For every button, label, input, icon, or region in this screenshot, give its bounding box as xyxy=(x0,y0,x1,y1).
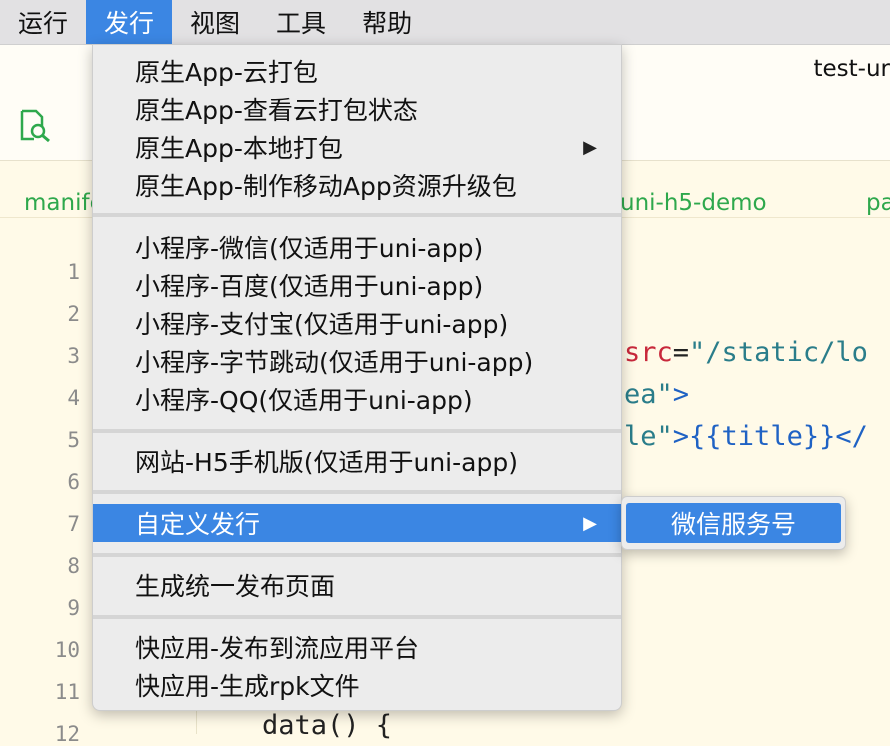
menu-tools[interactable]: 工具 xyxy=(258,0,344,44)
menu-item-label: 网站-H5手机版(仅适用于uni-app) xyxy=(135,448,518,477)
menu-item-app-cloud-status[interactable]: 原生App-查看云打包状态 xyxy=(93,90,621,128)
line-number: 1 xyxy=(67,260,80,284)
code-line-5[interactable]: le">{{title}}</ xyxy=(624,421,868,452)
menu-item-h5[interactable]: 网站-H5手机版(仅适用于uni-app) xyxy=(93,442,621,480)
code-tag: > xyxy=(672,379,690,410)
line-number: 11 xyxy=(54,680,80,704)
tab-pa[interactable]: pa xyxy=(866,190,890,216)
code-tag: >{{title}}</ xyxy=(672,421,868,452)
line-number: 3 xyxy=(67,344,80,368)
line-number: 7 xyxy=(67,512,80,536)
line-number: 12 xyxy=(54,722,80,746)
line-number: 4 xyxy=(67,386,80,410)
line-number: 5 xyxy=(67,428,80,452)
menu-separator xyxy=(93,553,621,557)
menu-item-app-resource-upgrade[interactable]: 原生App-制作移动App资源升级包 xyxy=(93,166,621,204)
window-title: test-ur xyxy=(813,56,890,82)
tab-uni-h5-demo[interactable]: uni-h5-demo xyxy=(620,190,767,216)
menu-bar: 运行 发行 视图 工具 帮助 xyxy=(0,0,890,45)
menu-publish[interactable]: 发行 xyxy=(86,0,173,44)
menu-item-label: 原生App-查看云打包状态 xyxy=(135,96,418,125)
submenu-item-wechat-service[interactable]: 微信服务号 xyxy=(626,503,841,543)
menu-item-mp-alipay[interactable]: 小程序-支付宝(仅适用于uni-app) xyxy=(93,304,621,342)
menu-item-custom-publish[interactable]: 自定义发行 ▶ xyxy=(93,504,621,542)
line-number: 9 xyxy=(67,596,80,620)
menu-item-mp-qq[interactable]: 小程序-QQ(仅适用于uni-app) xyxy=(93,380,621,418)
menu-item-app-cloud-build[interactable]: 原生App-云打包 xyxy=(93,52,621,90)
menu-item-quickapp-publish[interactable]: 快应用-发布到流应用平台 xyxy=(93,628,621,666)
menu-item-label: 原生App-云打包 xyxy=(135,58,318,87)
custom-publish-submenu: 微信服务号 xyxy=(621,496,846,550)
menu-run[interactable]: 运行 xyxy=(0,0,86,44)
menu-item-label: 快应用-生成rpk文件 xyxy=(135,672,360,701)
menu-help[interactable]: 帮助 xyxy=(344,0,430,44)
menu-item-quickapp-rpk[interactable]: 快应用-生成rpk文件 xyxy=(93,666,621,704)
menu-item-label: 快应用-发布到流应用平台 xyxy=(135,634,420,663)
menu-separator xyxy=(93,429,621,433)
menu-item-mp-toutiao[interactable]: 小程序-字节跳动(仅适用于uni-app) xyxy=(93,342,621,380)
line-number: 2 xyxy=(67,302,80,326)
menu-item-unified-publish-page[interactable]: 生成统一发布页面 xyxy=(93,566,621,604)
menu-item-label: 自定义发行 xyxy=(135,510,261,539)
submenu-arrow-icon: ▶ xyxy=(583,136,597,158)
line-number: 6 xyxy=(67,470,80,494)
menu-item-label: 小程序-微信(仅适用于uni-app) xyxy=(135,234,484,263)
submenu-arrow-icon: ▶ xyxy=(583,512,597,534)
menu-item-label: 小程序-QQ(仅适用于uni-app) xyxy=(135,386,473,415)
code-line-3[interactable]: src="/static/lo xyxy=(624,337,868,368)
menu-item-mp-baidu[interactable]: 小程序-百度(仅适用于uni-app) xyxy=(93,266,621,304)
code-attr: src xyxy=(624,337,673,368)
menu-item-label: 原生App-制作移动App资源升级包 xyxy=(135,172,517,201)
code-value: "/static/lo xyxy=(689,337,868,368)
menu-item-label: 小程序-百度(仅适用于uni-app) xyxy=(135,272,484,301)
line-number: 10 xyxy=(54,638,80,662)
menu-view[interactable]: 视图 xyxy=(172,0,258,44)
code-eq: = xyxy=(672,337,690,368)
publish-dropdown-menu: 原生App-云打包 原生App-查看云打包状态 原生App-本地打包 ▶ 原生Ap… xyxy=(92,44,622,711)
menu-separator xyxy=(93,490,621,494)
file-search-icon[interactable] xyxy=(18,108,54,144)
menu-separator xyxy=(93,213,621,217)
menu-item-label: 生成统一发布页面 xyxy=(135,572,336,601)
code-value: ea" xyxy=(624,379,673,410)
menu-separator xyxy=(93,615,621,619)
menu-item-label: 原生App-本地打包 xyxy=(135,134,343,163)
menu-item-label: 小程序-字节跳动(仅适用于uni-app) xyxy=(135,348,534,377)
menu-item-label: 小程序-支付宝(仅适用于uni-app) xyxy=(135,310,509,339)
code-value: le" xyxy=(624,421,673,452)
line-number: 8 xyxy=(67,554,80,578)
menu-item-mp-weixin[interactable]: 小程序-微信(仅适用于uni-app) xyxy=(93,228,621,266)
code-line-4[interactable]: ea"> xyxy=(624,379,689,410)
code-line-12[interactable]: data() { xyxy=(262,710,392,741)
menu-item-app-local-build[interactable]: 原生App-本地打包 ▶ xyxy=(93,128,621,166)
